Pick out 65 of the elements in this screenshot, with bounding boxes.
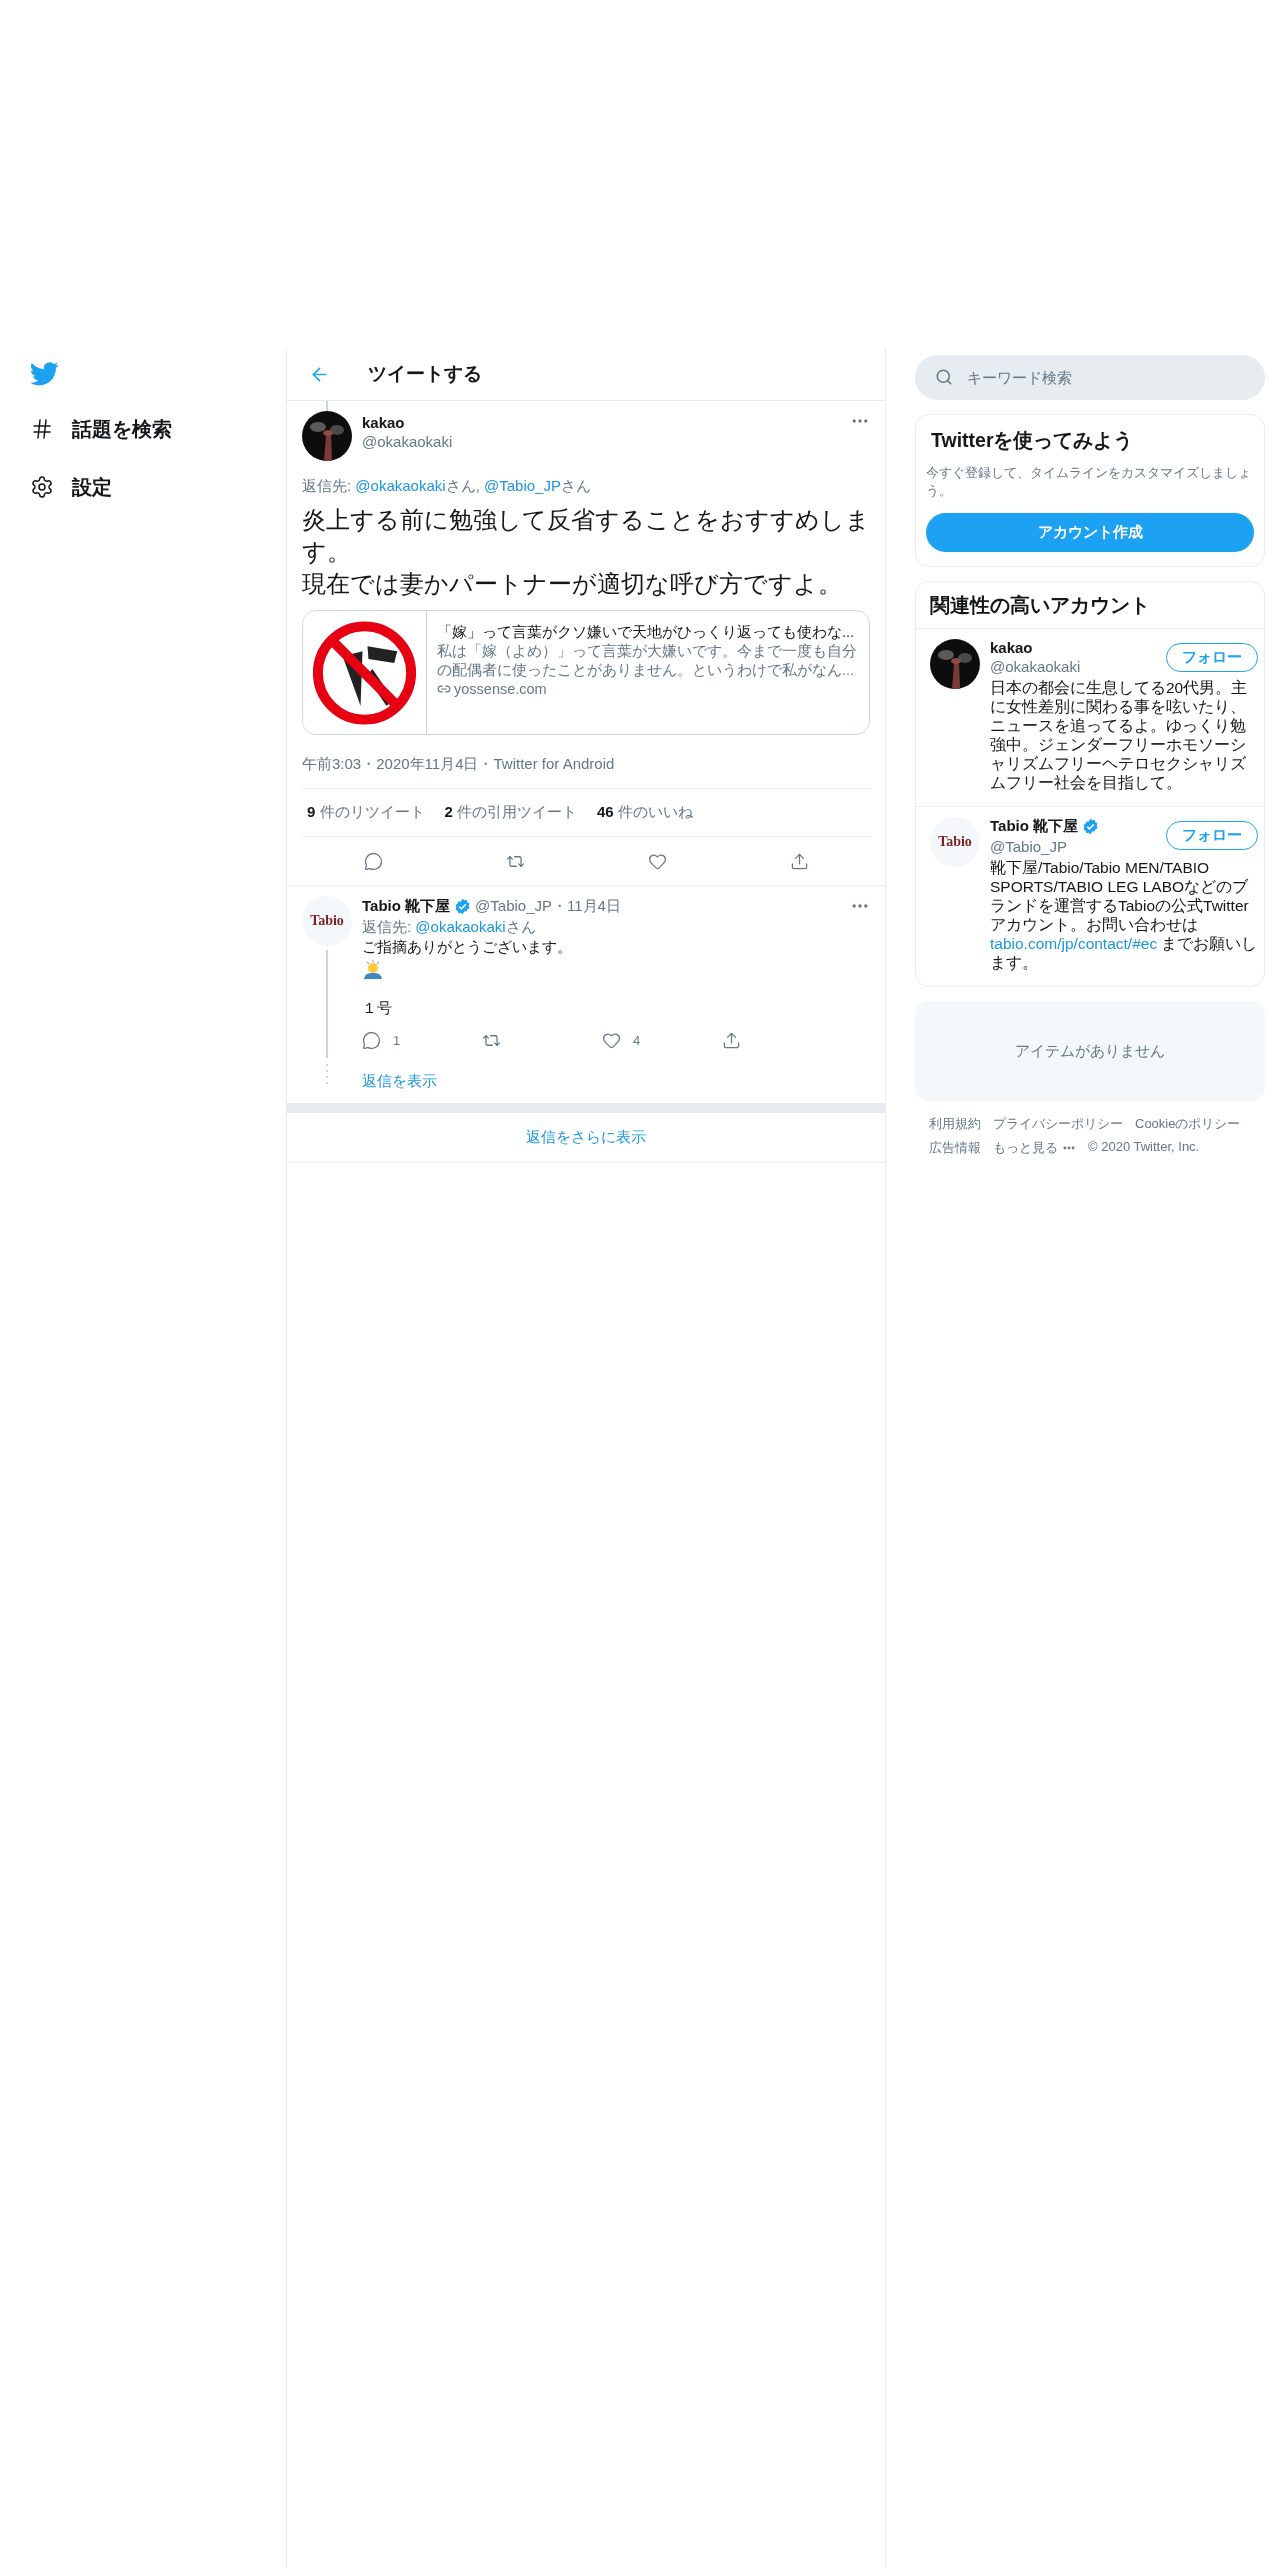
footer-link[interactable]: 利用規約 xyxy=(929,1115,981,1133)
empty-text: アイテムがありません xyxy=(1015,1041,1165,1061)
domain-text: yossense.com xyxy=(454,681,547,697)
more-replies-link[interactable]: 返信をさらに表示 xyxy=(287,1113,885,1163)
hashtag-icon xyxy=(30,417,54,441)
search-field[interactable]: キーワード検索 xyxy=(915,355,1265,400)
tweet-text: 炎上する前に勉強して反省することをおすすめします。 xyxy=(302,506,870,567)
reply-icon xyxy=(362,1030,381,1050)
reply-button[interactable] xyxy=(363,851,383,871)
reply-to-text: 返信先: @okakaokakiさん, @Tabio_JPさん xyxy=(302,477,592,496)
like-button[interactable]: 4 xyxy=(602,1030,662,1050)
card-title: Twitterを使ってみよう xyxy=(930,428,1135,453)
tweet-text: ご指摘ありがとうございます。 xyxy=(362,937,573,957)
footer-link[interactable]: プライバシーポリシー xyxy=(993,1115,1123,1133)
bowing-person-icon xyxy=(362,958,384,980)
user-name: kakao xyxy=(990,639,1033,656)
avatar-logo-text: Tabio xyxy=(310,913,344,929)
follow-button[interactable]: フォロー xyxy=(1166,821,1258,850)
mention-link[interactable]: @okakaokaki xyxy=(355,477,446,494)
handle-date: @Tabio_JP・11月4日 xyxy=(475,896,622,916)
reply-to-text: 返信先: @okakaokakiさん xyxy=(362,918,537,937)
share-button[interactable] xyxy=(789,851,809,871)
stat-link[interactable]: 46 件のいいね xyxy=(597,803,693,822)
like-icon xyxy=(647,851,667,871)
card-title: 「嫁」って言葉がクソ嫌いで天地がひっくり返っても使わな... xyxy=(437,623,856,642)
stat-link[interactable]: 9 件のリツイート xyxy=(307,803,425,822)
like-icon xyxy=(602,1030,621,1050)
page-title: ツイートする xyxy=(368,362,482,386)
user-handle: @okakaokaki xyxy=(990,658,1081,675)
copyright-text: © 2020 Twitter, Inc. xyxy=(1088,1139,1200,1156)
mention-link[interactable]: tabio.com/jp/contact/#ec xyxy=(990,935,1158,952)
mention-link[interactable]: @Tabio_JP xyxy=(483,477,561,494)
card-title: 関連性の高いアカウント xyxy=(929,593,1151,618)
share-icon xyxy=(722,1030,741,1050)
footer-link[interactable]: 広告情報 xyxy=(929,1139,981,1157)
signup-button[interactable]: アカウント作成 xyxy=(926,513,1254,552)
mention-link[interactable]: @okakaokaki xyxy=(415,918,506,935)
tweet-text: １号 xyxy=(362,998,393,1018)
user-bio: 日本の都会に生息してる20代男。主に女性差別に関わる事を呟いたり、ニュースを追ってるよ。ゆっくり勉強中。ジェンダーフリーホモソーシャリズムフリーヘテロセクシャリズムフリー社会を目指して。 xyxy=(990,678,1249,792)
user-name: Tabio 靴下屋 xyxy=(990,817,1079,836)
sidebar-item[interactable]: 設定 xyxy=(30,472,286,502)
link-card[interactable]: 「嫁」って言葉がクソ嫌いで天地がひっくり返っても使わな... 私は「嫁（よめ）」って言葉が大嫌いです。今まで一度も自分の配偶者に使ったことがありません。というわけで私がなん... yossense.com xyxy=(302,610,870,735)
user-bio: 靴下屋/Tabio/Tabio MEN/TABIO SPORTS/TABIO LEG LABOなどのブランドを運営するTabioの公式Twitterアカウント。お問い合わせは tabio.com/jp/contact/#ec までお願いします。 xyxy=(990,858,1258,972)
signup-text: 今すぐ登録して、タイムラインをカスタマイズしましょう。 xyxy=(926,464,1252,500)
sidebar-item[interactable]: 話題を検索 xyxy=(30,414,286,444)
footer-link[interactable]: もっと見る xyxy=(993,1139,1076,1157)
user-name: kakao xyxy=(362,414,406,431)
like-button[interactable] xyxy=(647,851,667,871)
settings-icon xyxy=(30,475,54,499)
reply-button[interactable]: 1 xyxy=(362,1030,422,1050)
user-handle: @okakaokaki xyxy=(362,433,454,450)
card-description: 私は「嫁（よめ）」って言葉が大嫌いです。今まで一度も自分の配偶者に使ったことがありません。というわけで私がなん... xyxy=(437,642,858,680)
stat-link[interactable]: 2 件の引用ツイート xyxy=(444,803,578,822)
share-icon xyxy=(789,851,809,871)
show-replies-link[interactable]: 返信を表示 xyxy=(362,1072,870,1091)
link-icon xyxy=(437,682,451,696)
user-handle: @Tabio_JP xyxy=(990,838,1068,855)
bird-logo-icon[interactable] xyxy=(30,362,59,386)
avatar-logo-text: Tabio xyxy=(938,834,972,850)
tweet-meta: 午前3:03・2020年11月4日・Twitter for Android xyxy=(302,755,870,789)
reply-icon xyxy=(363,851,383,871)
follow-button[interactable]: フォロー xyxy=(1166,643,1258,672)
tweet-text: 現在では妻かパートナーが適切な呼び方ですよ。 xyxy=(302,570,843,599)
footer-link[interactable]: Cookieのポリシー xyxy=(1135,1115,1241,1133)
user-name: Tabio 靴下屋 xyxy=(362,896,451,916)
